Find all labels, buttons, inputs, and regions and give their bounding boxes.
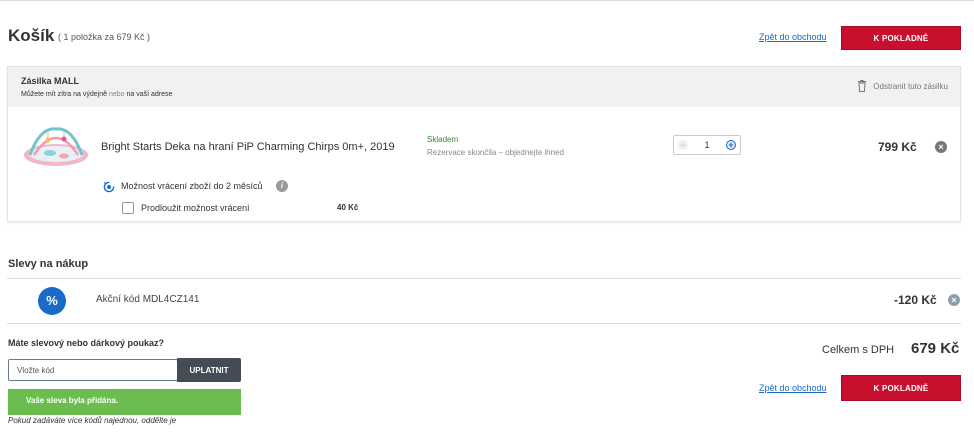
return-icon (103, 181, 115, 193)
item-price: 799 Kč (878, 140, 917, 154)
extend-return-checkbox[interactable] (122, 202, 134, 214)
delivery-home-text: na vaší adrese (126, 91, 173, 98)
reservation-note: Rezervace skončila – objednejte ihned (427, 148, 564, 157)
delivery-pickup-text: Můžete mít zítra na výdejně (21, 91, 107, 98)
back-to-shop-link-bottom[interactable]: Zpět do obchodu (759, 383, 827, 393)
discount-success-message: Vaše sleva byla přidána. (8, 389, 241, 415)
stock-status: Skladem (427, 135, 459, 144)
quantity-stepper: − 1 + (673, 135, 741, 155)
quantity-value[interactable]: 1 (704, 140, 709, 150)
delivery-or-text: nebo (108, 91, 125, 98)
remove-shipment-button[interactable]: Odstranit tuto zásilku (857, 80, 948, 92)
total-label: Celkem s DPH (822, 344, 895, 356)
back-to-shop-link[interactable]: Zpět do obchodu (759, 32, 827, 42)
discounts-divider-bottom (7, 323, 961, 324)
remove-item-close-icon[interactable]: × (935, 141, 947, 153)
shipment-delivery-info: Můžete mít zítra na výdejně nebo na vaší… (21, 91, 172, 98)
product-name-link[interactable]: Bright Starts Deka na hraní PiP Charming… (101, 141, 395, 153)
discounts-divider-top (7, 278, 961, 279)
trash-icon (858, 80, 867, 92)
cart-item-count: ( 1 položka za 679 Kč ) (58, 32, 151, 42)
voucher-note: Pokud zadáváte více kódů najednou, odděl… (8, 416, 177, 425)
return-option-label: Možnost vrácení zboží do 2 měsíců (121, 181, 263, 191)
product-image[interactable] (20, 123, 92, 169)
checkout-button-bottom[interactable]: K POKLADNĚ (841, 375, 961, 401)
apply-voucher-button[interactable]: UPLATNIT (177, 358, 241, 382)
extend-return-price: 40 Kč (337, 203, 359, 212)
percent-icon: % (38, 287, 66, 315)
remove-shipment-label: Odstranit tuto zásilku (873, 81, 948, 91)
top-divider (0, 0, 974, 1)
quantity-decrease-button[interactable]: − (678, 140, 688, 150)
shipment-panel: Zásilka MALL Můžete mít zítra na výdejně… (7, 66, 961, 222)
discounts-title: Slevy na nákup (8, 258, 89, 270)
voucher-question: Máte slevový nebo dárkový poukaz? (8, 338, 165, 348)
shipment-title: Zásilka MALL (21, 76, 80, 86)
checkout-button[interactable]: K POKLADNĚ (841, 26, 961, 50)
info-icon[interactable]: i (276, 180, 288, 192)
promo-discount-amount: -120 Kč (894, 293, 937, 307)
voucher-code-input[interactable] (8, 359, 178, 381)
extend-return-label[interactable]: Prodloužit možnost vrácení (141, 203, 250, 213)
page-title: Košík (8, 26, 55, 45)
promo-code-label: Akční kód MDL4CZ141 (96, 294, 200, 305)
total-value: 679 Kč (911, 340, 960, 357)
quantity-increase-button[interactable]: + (725, 140, 736, 150)
remove-promo-close-icon[interactable]: × (948, 294, 960, 306)
shipment-header: Zásilka MALL Můžete mít zítra na výdejně… (8, 67, 960, 107)
